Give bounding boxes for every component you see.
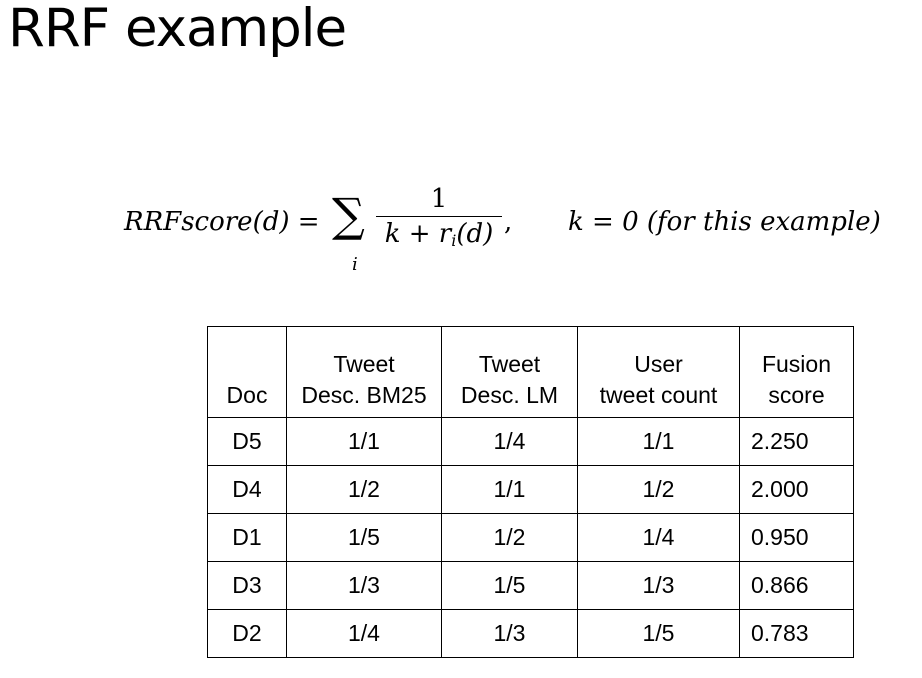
cell-lm: 1/5 [441, 561, 578, 610]
cell-doc: D5 [207, 417, 287, 466]
cell-tweet-count: 1/2 [577, 465, 740, 514]
header-tweet-desc-bm25: Tweet Desc. BM25 [286, 326, 442, 418]
cell-bm25: 1/2 [286, 465, 442, 514]
table-row: D1 1/5 1/2 1/4 0.950 [207, 513, 854, 562]
cell-fusion-score: 2.250 [739, 417, 854, 466]
table-row: D5 1/1 1/4 1/1 2.250 [207, 417, 854, 466]
table-row: D3 1/3 1/5 1/3 0.866 [207, 561, 854, 610]
cell-doc: D3 [207, 561, 287, 610]
cell-doc: D4 [207, 465, 287, 514]
summation-symbol: ∑ [332, 188, 365, 242]
formula-comma: , [504, 207, 513, 237]
fusion-score-table: Doc Tweet Desc. BM25 Tweet Desc. LM User… [207, 326, 854, 658]
formula-fraction: 1 k + ri(d) [376, 184, 502, 250]
cell-fusion-score: 0.866 [739, 561, 854, 610]
cell-bm25: 1/4 [286, 609, 442, 658]
cell-lm: 1/3 [441, 609, 578, 658]
cell-fusion-score: 0.950 [739, 513, 854, 562]
cell-fusion-score: 2.000 [739, 465, 854, 514]
rrf-formula: RRFscore(d) = ∑ i 1 k + ri(d) , k = 0 (f… [124, 182, 914, 282]
cell-lm: 1/1 [441, 465, 578, 514]
cell-doc: D1 [207, 513, 287, 562]
header-tweet-desc-lm: Tweet Desc. LM [441, 326, 578, 418]
fraction-numerator: 1 [430, 184, 448, 214]
header-fusion-score: Fusion score [739, 326, 854, 418]
denominator-main: k + r [384, 219, 452, 249]
cell-lm: 1/4 [441, 417, 578, 466]
table-header-row: Doc Tweet Desc. BM25 Tweet Desc. LM User… [207, 326, 854, 418]
formula-condition: k = 0 (for this example) [568, 207, 881, 237]
cell-doc: D2 [207, 609, 287, 658]
summation-index: i [352, 254, 358, 275]
table-row: D4 1/2 1/1 1/2 2.000 [207, 465, 854, 514]
cell-bm25: 1/1 [286, 417, 442, 466]
cell-tweet-count: 1/3 [577, 561, 740, 610]
cell-lm: 1/2 [441, 513, 578, 562]
cell-fusion-score: 0.783 [739, 609, 854, 658]
cell-bm25: 1/5 [286, 513, 442, 562]
header-doc: Doc [207, 326, 287, 418]
formula-lhs: RRFscore(d) = [124, 207, 320, 237]
cell-tweet-count: 1/5 [577, 609, 740, 658]
header-user-tweet-count: User tweet count [577, 326, 740, 418]
denominator-tail: (d) [456, 219, 494, 249]
table-row: D2 1/4 1/3 1/5 0.783 [207, 609, 854, 658]
cell-tweet-count: 1/4 [577, 513, 740, 562]
fraction-bar [376, 216, 502, 217]
cell-tweet-count: 1/1 [577, 417, 740, 466]
fraction-denominator: k + ri(d) [376, 219, 502, 250]
cell-bm25: 1/3 [286, 561, 442, 610]
slide-title: RRF example [8, 0, 347, 59]
